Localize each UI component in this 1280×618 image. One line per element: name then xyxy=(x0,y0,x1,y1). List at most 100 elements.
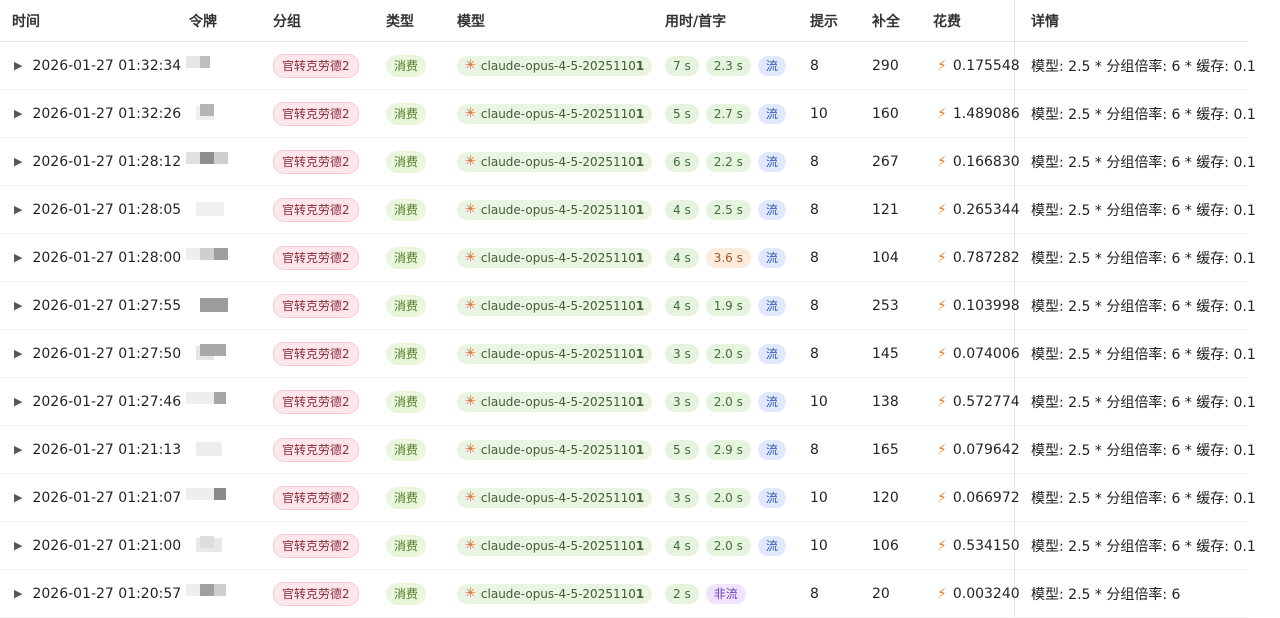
group-tag: 官转克劳德2 xyxy=(273,245,359,270)
caret-right-icon[interactable]: ▶ xyxy=(14,539,22,552)
model-tag[interactable]: ✳ claude-opus-4-5-2025110 1 xyxy=(457,199,653,220)
model-tag[interactable]: ✳ claude-opus-4-5-2025110 1 xyxy=(457,247,653,268)
table-row[interactable]: ▶ 2026-01-27 01:28:00 官转克劳德2 消费 ✳ claude-opus… xyxy=(0,234,1256,282)
table-header: 时间 令牌 分组 类型 模型 用时/首字 提示 补全 花费 详情 xyxy=(0,0,1248,42)
model-tag[interactable]: ✳ claude-opus-4-5-2025110 1 xyxy=(457,151,653,172)
model-tag[interactable]: ✳ claude-opus-4-5-2025110 1 xyxy=(457,439,653,460)
model-tag[interactable]: ✳ claude-opus-4-5-2025110 1 xyxy=(457,55,653,76)
table-row[interactable]: ▶ 2026-01-27 01:27:50 官转克劳德2 消费 ✳ claude-opus… xyxy=(0,330,1256,378)
type-tag: 消费 xyxy=(386,486,427,509)
table-row[interactable]: ▶ 2026-01-27 01:28:12 官转克劳德2 消费 ✳ claude-opus… xyxy=(0,138,1256,186)
header-completion[interactable]: 补全 xyxy=(872,0,900,41)
detail-cell: 模型: 2.5 * 分组倍率: 6 * 缓存: 0.1 xyxy=(1031,202,1256,219)
model-tag[interactable]: ✳ claude-opus-4-5-2025110 1 xyxy=(457,391,653,412)
model-tag[interactable]: ✳ claude-opus-4-5-2025110 1 xyxy=(457,343,653,364)
model-tag[interactable]: ✳ claude-opus-4-5-2025110 1 xyxy=(457,103,653,124)
token-redacted xyxy=(186,392,230,410)
cost-cell: ⚡ 0.787282 xyxy=(937,234,1020,281)
lightning-bolt-icon: ⚡ xyxy=(937,537,947,554)
group-cell: 官转克劳德2 xyxy=(273,570,359,617)
caret-right-icon[interactable]: ▶ xyxy=(14,443,22,456)
header-cost[interactable]: 花费 xyxy=(933,0,961,41)
caret-right-icon[interactable]: ▶ xyxy=(14,107,22,120)
caret-right-icon[interactable]: ▶ xyxy=(14,155,22,168)
prompt-cell: 10 xyxy=(810,393,828,410)
time-cell: ▶ 2026-01-27 01:28:12 xyxy=(14,138,181,185)
token-redacted xyxy=(186,200,230,218)
time-cell: ▶ 2026-01-27 01:27:50 xyxy=(14,330,181,377)
completion-cell: 165 xyxy=(872,441,899,458)
cost-value: 0.265344 xyxy=(952,201,1020,218)
prompt-cell: 10 xyxy=(810,105,828,122)
caret-right-icon[interactable]: ▶ xyxy=(14,59,22,72)
first-token-tag: 3.6 s xyxy=(705,247,751,268)
model-name: claude-opus-4-5-2025110 xyxy=(480,154,636,169)
header-model[interactable]: 模型 xyxy=(457,0,485,41)
cost-cell: ⚡ 0.003240 xyxy=(937,570,1020,617)
claude-asterisk-icon: ✳ xyxy=(465,202,476,217)
group-cell: 官转克劳德2 xyxy=(273,378,359,425)
header-type[interactable]: 类型 xyxy=(386,0,414,41)
model-tag[interactable]: ✳ claude-opus-4-5-2025110 1 xyxy=(457,487,653,508)
stream-tag: 流 xyxy=(757,487,786,508)
header-group[interactable]: 分组 xyxy=(273,0,301,41)
lightning-bolt-icon: ⚡ xyxy=(937,345,947,362)
caret-right-icon[interactable]: ▶ xyxy=(14,395,22,408)
model-cell: ✳ claude-opus-4-5-2025110 1 xyxy=(457,570,653,617)
model-name: claude-opus-4-5-2025110 xyxy=(480,586,636,601)
caret-right-icon[interactable]: ▶ xyxy=(14,347,22,360)
group-tag: 官转克劳德2 xyxy=(273,485,359,510)
header-usetime[interactable]: 用时/首字 xyxy=(665,0,726,41)
model-name: claude-opus-4-5-2025110 xyxy=(480,442,636,457)
group-tag: 官转克劳德2 xyxy=(273,533,359,558)
time-cell: ▶ 2026-01-27 01:32:34 xyxy=(14,42,181,89)
use-time-tag: 7 s xyxy=(665,55,699,76)
header-prompt[interactable]: 提示 xyxy=(810,0,838,41)
model-name: claude-opus-4-5-2025110 xyxy=(480,58,636,73)
stream-tag: 流 xyxy=(757,343,786,364)
caret-right-icon[interactable]: ▶ xyxy=(14,203,22,216)
usetime-cell: 5 s 2.7 s 流 xyxy=(665,90,786,137)
table-row[interactable]: ▶ 2026-01-27 01:28:05 官转克劳德2 消费 ✳ claude-opus… xyxy=(0,186,1256,234)
group-cell: 官转克劳德2 xyxy=(273,330,359,377)
model-name-suffix: 1 xyxy=(635,106,645,121)
cost-value: 0.166830 xyxy=(952,153,1020,170)
table-row[interactable]: ▶ 2026-01-27 01:21:13 官转克劳德2 消费 ✳ claude-opus… xyxy=(0,426,1256,474)
detail-cell: 模型: 2.5 * 分组倍率: 6 * 缓存: 0.1 xyxy=(1031,538,1256,555)
stream-tag: 流 xyxy=(757,535,786,556)
time-value: 2026-01-27 01:27:46 xyxy=(32,393,182,410)
table-row[interactable]: ▶ 2026-01-27 01:21:00 官转克劳德2 消费 ✳ claude-opus… xyxy=(0,522,1256,570)
caret-right-icon[interactable]: ▶ xyxy=(14,587,22,600)
caret-right-icon[interactable]: ▶ xyxy=(14,491,22,504)
lightning-bolt-icon: ⚡ xyxy=(937,297,947,314)
model-tag[interactable]: ✳ claude-opus-4-5-2025110 1 xyxy=(457,535,653,556)
completion-cell: 138 xyxy=(872,393,899,410)
header-time[interactable]: 时间 xyxy=(12,0,40,41)
use-time-tag: 6 s xyxy=(665,151,699,172)
type-cell: 消费 xyxy=(386,570,427,617)
group-cell: 官转克劳德2 xyxy=(273,90,359,137)
use-time-tag: 2 s xyxy=(665,583,699,604)
stream-tag: 流 xyxy=(757,247,786,268)
type-cell: 消费 xyxy=(386,426,427,473)
table-row[interactable]: ▶ 2026-01-27 01:27:46 官转克劳德2 消费 ✳ claude-opus… xyxy=(0,378,1256,426)
table-row[interactable]: ▶ 2026-01-27 01:32:34 官转克劳德2 消费 ✳ claude-opus… xyxy=(0,42,1256,90)
first-token-tag: 2.2 s xyxy=(705,151,751,172)
table-row[interactable]: ▶ 2026-01-27 01:21:07 官转克劳德2 消费 ✳ claude-opus… xyxy=(0,474,1256,522)
use-time-tag: 5 s xyxy=(665,103,699,124)
caret-right-icon[interactable]: ▶ xyxy=(14,251,22,264)
stream-tag: 流 xyxy=(757,391,786,412)
cost-value: 1.489086 xyxy=(952,105,1020,122)
caret-right-icon[interactable]: ▶ xyxy=(14,299,22,312)
type-cell: 消费 xyxy=(386,282,427,329)
table-row[interactable]: ▶ 2026-01-27 01:20:57 官转克劳德2 消费 ✳ claude-opus… xyxy=(0,570,1248,618)
model-tag[interactable]: ✳ claude-opus-4-5-2025110 1 xyxy=(457,295,653,316)
header-detail[interactable]: 详情 xyxy=(1031,0,1059,41)
table-row[interactable]: ▶ 2026-01-27 01:27:55 官转克劳德2 消费 ✳ claude-opus… xyxy=(0,282,1256,330)
time-value: 2026-01-27 01:21:13 xyxy=(32,441,182,458)
model-tag[interactable]: ✳ claude-opus-4-5-2025110 1 xyxy=(457,583,653,604)
table-row[interactable]: ▶ 2026-01-27 01:32:26 官转克劳德2 消费 ✳ claude-opus… xyxy=(0,90,1256,138)
use-time-tag: 3 s xyxy=(665,391,699,412)
token-redacted xyxy=(186,488,230,506)
header-token[interactable]: 令牌 xyxy=(189,0,217,41)
